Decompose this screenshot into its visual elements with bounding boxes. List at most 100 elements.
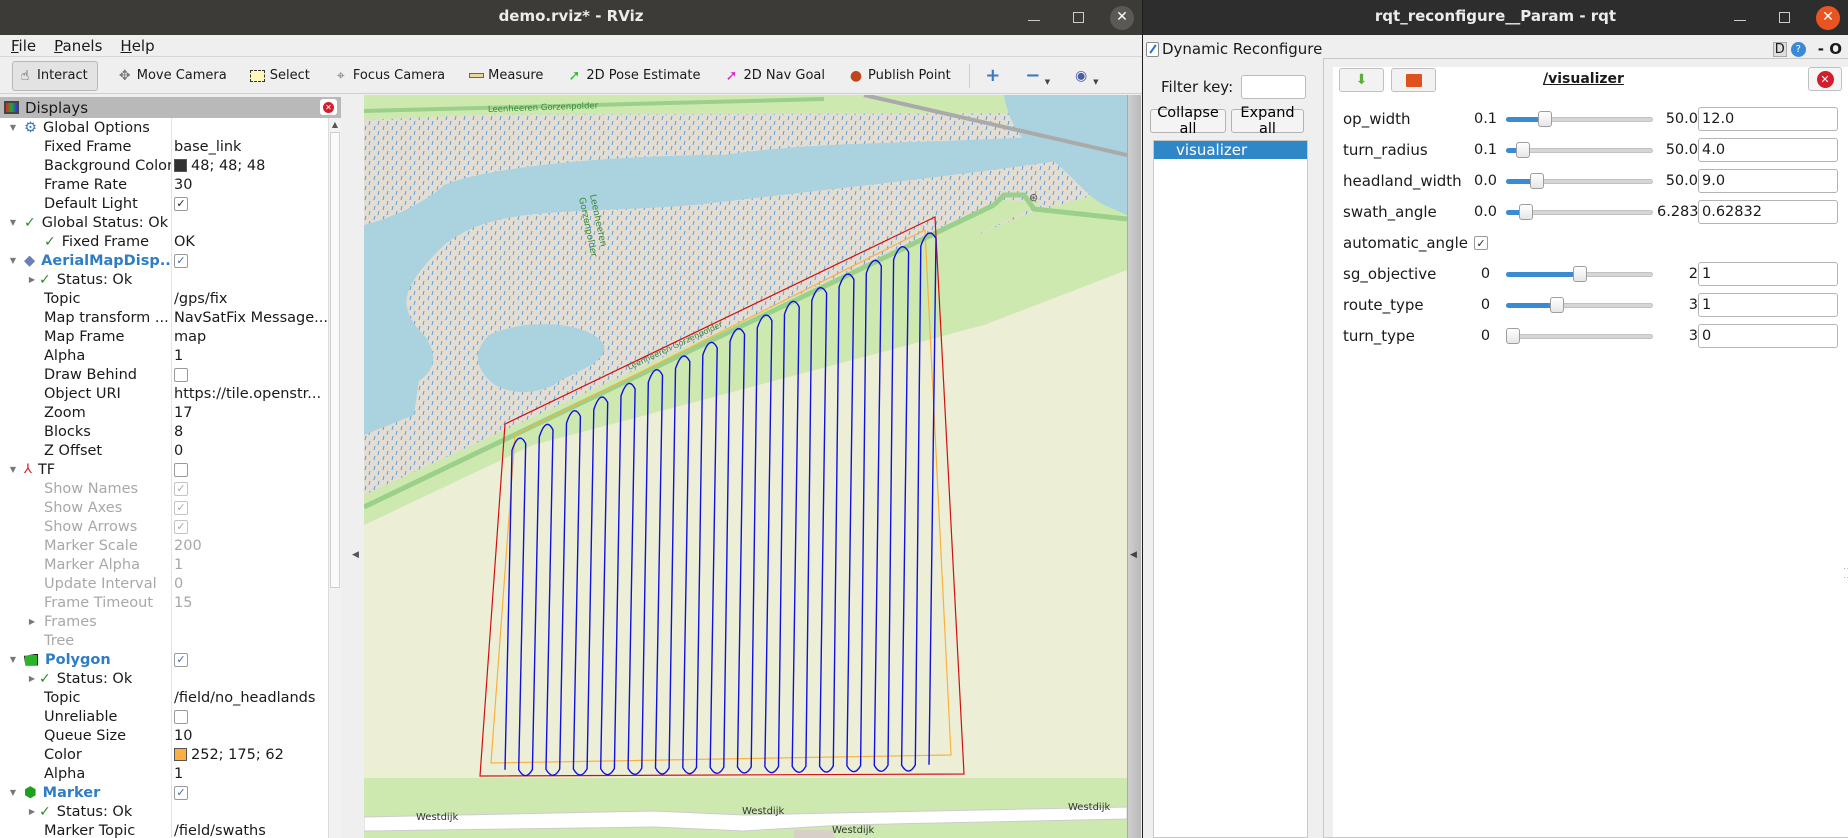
slider-handle[interactable] [1538, 111, 1552, 127]
focus-camera-tool-button[interactable]: ⌖ Focus Camera [328, 61, 449, 91]
tree-row-marker-alpha[interactable]: Marker Alpha 1 [0, 555, 328, 574]
tree-row-tree[interactable]: Tree [0, 631, 328, 650]
tree-row-marker-status[interactable]: ▶ ✓ Status: Ok [0, 802, 328, 821]
param-slider[interactable] [1506, 140, 1653, 160]
tree-row-update-interval[interactable]: Update Interval 0 [0, 574, 328, 593]
rqt-titlebar[interactable]: rqt_reconfigure__Param - rqt ✕ [1143, 0, 1848, 35]
param-slider[interactable] [1506, 295, 1653, 315]
tree-row-show-names[interactable]: Show Names ✓ [0, 479, 328, 498]
tree-row-map-frame[interactable]: Map Frame map [0, 327, 328, 346]
slider-handle[interactable] [1573, 266, 1587, 282]
aerial-map-enabled-checkbox[interactable]: ✓ [174, 253, 188, 268]
tree-row-polygon-topic[interactable]: Topic/field/no_headlands [0, 688, 328, 707]
tree-row-global-options[interactable]: ▼ ⚙ Global Options [0, 118, 328, 137]
move-camera-tool-button[interactable]: ✥ Move Camera [112, 61, 231, 91]
tree-row-frames[interactable]: ▶ Frames [0, 612, 328, 631]
rqt-splitter[interactable] [1315, 58, 1321, 838]
interact-tool-button[interactable]: ☝ Interact [12, 60, 98, 91]
tree-row-frame-timeout[interactable]: Frame Timeout 15 [0, 593, 328, 612]
param-value-input[interactable]: 0 [1698, 324, 1838, 348]
debug-button[interactable]: D [1772, 41, 1787, 57]
param-value-input[interactable]: 0.62832 [1698, 200, 1838, 224]
tree-row-polygon-status[interactable]: ▶ ✓ Status: Ok [0, 669, 328, 688]
maximize-button[interactable] [1772, 6, 1796, 30]
expand-arrow-icon[interactable]: ▶ [25, 807, 39, 816]
fixed-frame-value[interactable]: base_link [172, 139, 241, 155]
tree-row-marker[interactable]: ▼ ⬢ Marker ✓ [0, 783, 328, 802]
tree-row-default-light[interactable]: Default Light ✓ [0, 194, 328, 213]
tree-row-zoom[interactable]: Zoom 17 [0, 403, 328, 422]
close-panel-button[interactable]: ✕ [320, 99, 337, 115]
save-params-button[interactable]: ⬇ [1339, 68, 1384, 92]
tree-row-show-axes[interactable]: Show Axes ✓ [0, 498, 328, 517]
automatic-angle-checkbox[interactable]: ✓ [1473, 236, 1488, 250]
tree-row-z-offset[interactable]: Z Offset 0 [0, 441, 328, 460]
menu-file[interactable]: File [11, 37, 36, 55]
publish-point-tool-button[interactable]: ● Publish Point [843, 61, 955, 91]
left-splitter[interactable]: ◀ [341, 95, 364, 838]
node-item-visualizer[interactable]: visualizer [1154, 141, 1307, 159]
collapse-arrow-icon[interactable]: ▼ [6, 788, 20, 797]
param-slider[interactable] [1506, 202, 1653, 222]
tree-row-draw-behind[interactable]: Draw Behind [0, 365, 328, 384]
unreliable-checkbox[interactable] [174, 709, 188, 724]
tree-row-background-color[interactable]: Background Color 48; 48; 48 [0, 156, 328, 175]
param-value-input[interactable]: 4.0 [1698, 138, 1838, 162]
menu-help[interactable]: Help [120, 37, 154, 55]
marker-enabled-checkbox[interactable]: ✓ [174, 785, 188, 800]
tree-row-object-uri[interactable]: Object URI https://tile.openstr... [0, 384, 328, 403]
rviz-titlebar[interactable]: demo.rviz* - RViz ✕ [0, 0, 1142, 35]
tree-row-marker-scale[interactable]: Marker Scale 200 [0, 536, 328, 555]
slider-handle[interactable] [1506, 328, 1520, 344]
collapse-all-button[interactable]: Collapse all [1150, 105, 1226, 137]
tree-row-polygon-alpha[interactable]: Alpha 1 [0, 764, 328, 783]
pose-estimate-tool-button[interactable]: ➚ 2D Pose Estimate [561, 61, 704, 91]
tree-row-unreliable[interactable]: Unreliable [0, 707, 328, 726]
tree-row-show-arrows[interactable]: Show Arrows ✓ [0, 517, 328, 536]
tree-row-fixed-frame[interactable]: Fixed Frame base_link [0, 137, 328, 156]
tree-row-frame-rate[interactable]: Frame Rate 30 [0, 175, 328, 194]
tree-row-tf[interactable]: ▼ ⅄ TF [0, 460, 328, 479]
3d-viewport[interactable]: Leenheeren Gorzenpolder Leenheeren Gorze… [364, 95, 1127, 838]
load-params-button[interactable] [1391, 68, 1436, 92]
collapse-arrow-icon[interactable]: ▼ [6, 218, 20, 227]
collapse-left-arrow-icon[interactable]: ◀ [352, 550, 359, 560]
scrollbar-thumb[interactable] [330, 132, 340, 588]
filter-key-input[interactable] [1241, 75, 1307, 99]
slider-handle[interactable] [1516, 142, 1530, 158]
tree-row-blocks[interactable]: Blocks 8 [0, 422, 328, 441]
show-names-checkbox[interactable]: ✓ [174, 481, 188, 496]
tree-row-aerial-alpha[interactable]: Alpha 1 [0, 346, 328, 365]
collapse-arrow-icon[interactable]: ▼ [6, 465, 20, 474]
slider-handle[interactable] [1550, 297, 1564, 313]
maximize-button[interactable] [1066, 6, 1090, 30]
help-icon[interactable]: ? [1790, 41, 1806, 57]
view-tool-button[interactable]: ◉ ▼ [1068, 61, 1102, 91]
tree-row-polygon[interactable]: ▼ Polygon ✓ [0, 650, 328, 669]
minimize-button[interactable] [1728, 6, 1752, 30]
tree-row-aerial-map-display[interactable]: ▼ ◆ AerialMapDisp... ✓ [0, 251, 328, 270]
param-value-input[interactable]: 1 [1698, 262, 1838, 286]
slider-handle[interactable] [1519, 204, 1533, 220]
measure-tool-button[interactable]: Measure [463, 61, 547, 91]
splitter-grip[interactable]: ⋮⋮ [1842, 564, 1848, 582]
close-node-button[interactable]: ✕ [1808, 67, 1842, 91]
param-value-input[interactable]: 9.0 [1698, 169, 1838, 193]
close-button[interactable]: ✕ [1816, 5, 1840, 30]
tree-row-polygon-color[interactable]: Color 252; 175; 62 [0, 745, 328, 764]
tree-row-global-status[interactable]: ▼ ✓ Global Status: Ok [0, 213, 328, 232]
slider-handle[interactable] [1530, 173, 1544, 189]
param-slider[interactable] [1506, 109, 1653, 129]
minimize-button[interactable] [1022, 6, 1046, 30]
param-slider[interactable] [1506, 326, 1653, 346]
nav-goal-tool-button[interactable]: ➚ 2D Nav Goal [718, 61, 829, 91]
displays-scrollbar[interactable]: ▲ [328, 118, 341, 838]
scroll-up-arrow-icon[interactable]: ▲ [329, 118, 341, 132]
polygon-enabled-checkbox[interactable]: ✓ [174, 652, 188, 667]
expand-arrow-icon[interactable]: ▶ [25, 617, 39, 626]
tree-row-map-transform[interactable]: Map transform ... NavSatFix Message... [0, 308, 328, 327]
param-value-input[interactable]: 1 [1698, 293, 1838, 317]
tree-row-queue-size[interactable]: Queue Size 10 [0, 726, 328, 745]
expand-arrow-icon[interactable]: ▶ [25, 275, 39, 284]
param-slider[interactable] [1506, 171, 1653, 191]
